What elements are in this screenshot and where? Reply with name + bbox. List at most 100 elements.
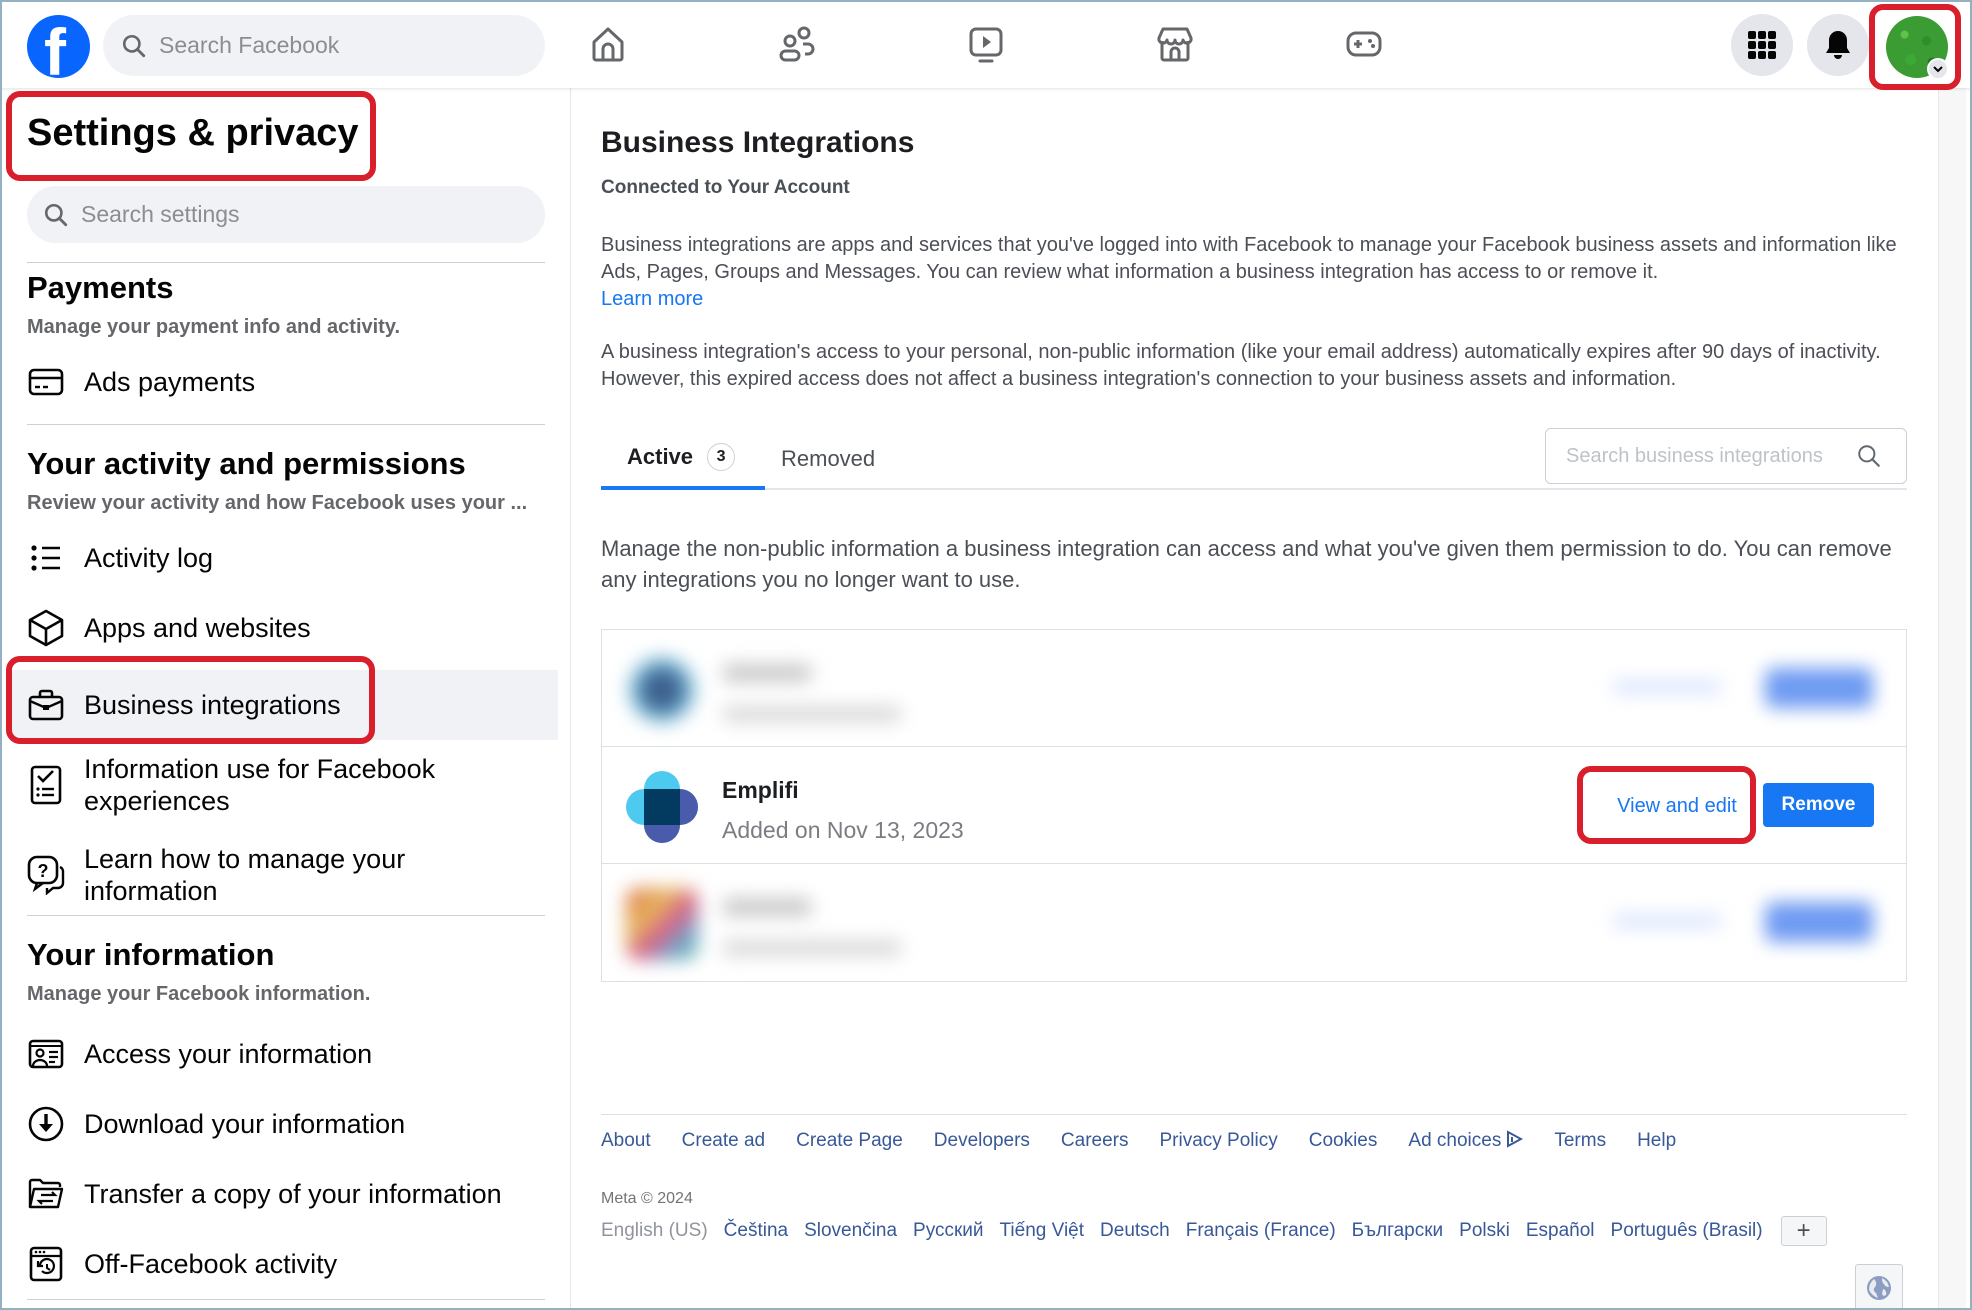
watch-icon[interactable] xyxy=(964,22,1008,66)
search-icon xyxy=(44,203,68,226)
footer-link-cookies[interactable]: Cookies xyxy=(1309,1130,1378,1154)
menu-grid-button[interactable] xyxy=(1731,14,1793,76)
language-link[interactable]: Български xyxy=(1352,1220,1444,1242)
divider xyxy=(27,915,545,916)
sidebar-item-access-your-information[interactable]: Access your information xyxy=(12,1030,558,1078)
question-bubble-icon: ? xyxy=(27,855,65,895)
language-link[interactable]: Tiếng Việt xyxy=(1000,1220,1085,1242)
integration-row xyxy=(602,630,1906,747)
credit-card-icon xyxy=(27,363,65,401)
integration-date: Added on Nov 13, 2023 xyxy=(722,817,964,843)
menu-grid-icon xyxy=(1748,31,1776,59)
learn-more-link[interactable]: Learn more xyxy=(601,288,703,310)
search-settings-input[interactable] xyxy=(81,201,421,228)
footer-link-terms[interactable]: Terms xyxy=(1554,1130,1606,1154)
section-subtitle-your-information: Manage your Facebook information. xyxy=(27,983,371,1005)
page-title: Business Integrations xyxy=(601,126,915,159)
list-icon xyxy=(27,539,65,577)
checklist-icon xyxy=(27,765,65,805)
sidebar-title: Settings & privacy xyxy=(27,112,359,154)
search-facebook-input[interactable] xyxy=(159,32,499,59)
sidebar-item-ads-payments[interactable]: Ads payments xyxy=(12,358,558,406)
footer-link-help[interactable]: Help xyxy=(1637,1130,1676,1154)
search-facebook-field[interactable] xyxy=(103,15,545,76)
footer-link-careers[interactable]: Careers xyxy=(1061,1130,1129,1154)
sidebar-item-label: Ads payments xyxy=(84,367,256,397)
sidebar-item-label: Off-Facebook activity xyxy=(84,1249,338,1279)
expiry-note: A business integration's access to your … xyxy=(601,341,1881,390)
language-list: English (US) Čeština Slovenčina Русский … xyxy=(601,1216,1827,1246)
footer-link-developers[interactable]: Developers xyxy=(934,1130,1030,1154)
language-link[interactable]: Русский xyxy=(913,1220,984,1242)
facebook-logo[interactable]: f xyxy=(27,15,90,78)
language-link[interactable]: Slovenčina xyxy=(804,1220,897,1242)
globe-icon xyxy=(1867,1275,1891,1300)
id-card-icon xyxy=(27,1035,65,1073)
footer-link-create-ad[interactable]: Create ad xyxy=(682,1130,765,1154)
footer-link-create-page[interactable]: Create Page xyxy=(796,1130,903,1154)
language-link[interactable]: Čeština xyxy=(724,1220,788,1242)
remove-button[interactable] xyxy=(1765,902,1873,942)
footer-link-ad-choices[interactable]: Ad choices xyxy=(1408,1130,1501,1154)
integration-name xyxy=(722,898,812,916)
sidebar-item-off-facebook-activity[interactable]: Off-Facebook activity xyxy=(12,1240,558,1288)
integration-logo xyxy=(626,654,698,726)
account-avatar-highlight xyxy=(1869,4,1961,90)
business-integrations-panel: Business Integrations Connected to Your … xyxy=(572,88,1938,1310)
intro-paragraph: Business integrations are apps and servi… xyxy=(601,232,1911,313)
sidebar-item-apps-and-websites[interactable]: Apps and websites xyxy=(12,604,558,652)
divider xyxy=(27,1299,545,1300)
remove-button[interactable]: Remove xyxy=(1763,783,1874,827)
search-business-integrations-field[interactable] xyxy=(1545,428,1907,484)
language-link[interactable]: Português (Brasil) xyxy=(1611,1220,1763,1242)
footer-links: About Create ad Create Page Developers C… xyxy=(601,1130,1707,1154)
sidebar-item-transfer-copy[interactable]: Transfer a copy of your information xyxy=(12,1170,558,1218)
globe-button[interactable] xyxy=(1855,1264,1903,1310)
language-link[interactable]: Deutsch xyxy=(1100,1220,1170,1242)
folder-transfer-icon xyxy=(27,1175,65,1213)
view-and-edit-button[interactable]: View and edit xyxy=(1602,784,1752,828)
integration-date xyxy=(722,940,902,956)
integration-logo xyxy=(626,888,698,960)
sidebar-item-information-use[interactable]: Information use for Facebook experiences xyxy=(12,748,558,822)
language-link[interactable]: Español xyxy=(1526,1220,1595,1242)
sidebar-item-label: Information use for Facebook experiences xyxy=(84,754,436,816)
gaming-icon[interactable] xyxy=(1342,22,1386,66)
remove-button[interactable] xyxy=(1765,668,1873,708)
footer-link-privacy-policy[interactable]: Privacy Policy xyxy=(1159,1130,1277,1154)
search-settings-field[interactable] xyxy=(27,186,545,243)
marketplace-icon[interactable] xyxy=(1153,22,1197,66)
notifications-bell-icon xyxy=(1826,31,1850,59)
integration-row xyxy=(602,864,1906,981)
sidebar-item-download-your-information[interactable]: Download your information xyxy=(12,1100,558,1148)
integrations-list: Emplifi Added on Nov 13, 2023 View and e… xyxy=(601,629,1907,982)
chevron-down-icon[interactable] xyxy=(1927,58,1949,80)
tab-active[interactable]: Active 3 xyxy=(601,428,765,490)
sidebar-item-label: Business integrations xyxy=(84,690,341,720)
sidebar-item-label: Apps and websites xyxy=(84,613,311,643)
language-link[interactable]: Français (France) xyxy=(1186,1220,1336,1242)
sidebar-item-learn-manage-information[interactable]: ? Learn how to manage your information xyxy=(12,838,558,912)
language-link[interactable]: Polski xyxy=(1459,1220,1510,1242)
friends-icon[interactable] xyxy=(775,22,819,66)
footer-link-about[interactable]: About xyxy=(601,1130,651,1154)
sidebar-item-business-integrations[interactable]: Business integrations xyxy=(12,670,558,740)
scrollbar[interactable] xyxy=(1938,88,1966,1310)
briefcase-icon xyxy=(27,686,65,724)
notifications-button[interactable] xyxy=(1807,14,1869,76)
emplifi-logo xyxy=(626,771,698,843)
sidebar-item-activity-log[interactable]: Activity log xyxy=(12,534,558,582)
sidebar-item-label: Learn how to manage your information xyxy=(84,844,406,906)
add-language-button[interactable]: + xyxy=(1780,1216,1827,1246)
tab-removed[interactable]: Removed xyxy=(781,428,875,490)
home-icon[interactable] xyxy=(586,22,630,66)
sidebar-item-label: Activity log xyxy=(84,543,214,573)
divider xyxy=(27,424,545,425)
search-business-integrations-input[interactable] xyxy=(1566,444,1856,468)
view-and-edit-button[interactable] xyxy=(1612,680,1722,694)
view-and-edit-button[interactable] xyxy=(1612,914,1722,928)
tab-label: Removed xyxy=(781,446,876,471)
download-circle-icon xyxy=(27,1105,65,1143)
page-subtitle: Connected to Your Account xyxy=(601,177,850,198)
section-title-activity: Your activity and permissions xyxy=(27,446,466,481)
